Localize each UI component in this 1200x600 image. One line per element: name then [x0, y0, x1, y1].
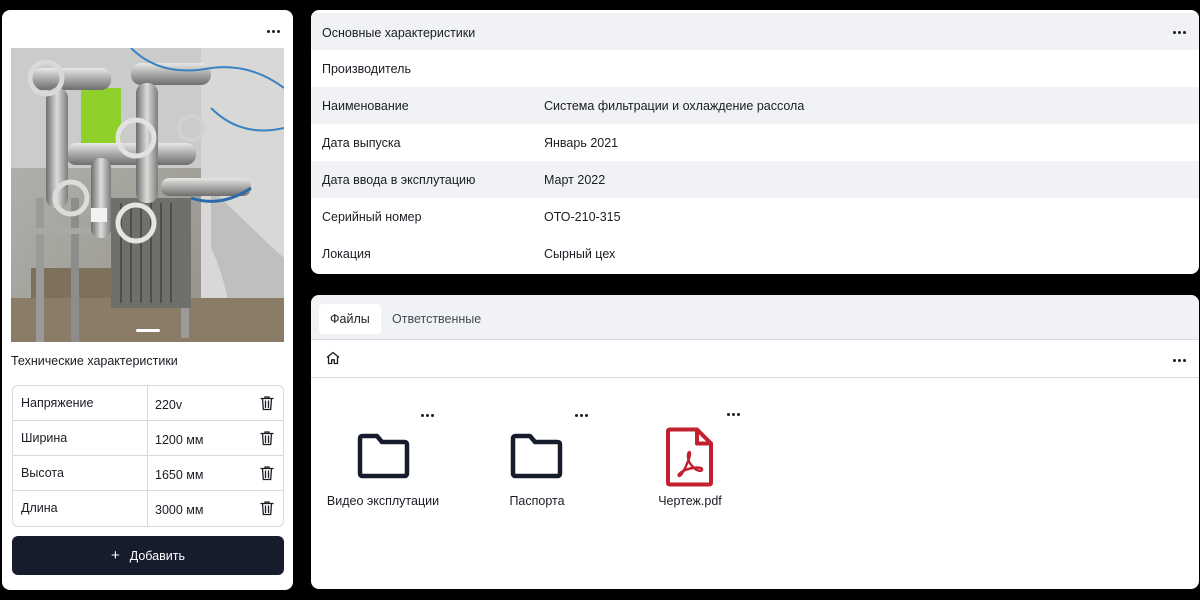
spec-value[interactable]: 1200 мм — [148, 421, 283, 455]
more-options-icon[interactable] — [263, 24, 283, 38]
info-row: Дата ввода в эксплутацию Март 2022 — [311, 161, 1199, 198]
folder-label: Паспорта — [509, 494, 565, 508]
spec-value-text[interactable]: 3000 мм — [155, 503, 203, 517]
info-value: Система фильтрации и охлаждение рассола — [544, 99, 805, 113]
info-key: Серийный номер — [322, 210, 422, 224]
more-options-icon[interactable] — [1169, 25, 1189, 39]
equipment-photo-card: Технические характеристики Напряжение 22… — [2, 10, 293, 590]
folder-label: Видео эксплутации — [326, 494, 440, 508]
card-title: Основные характеристики — [322, 26, 476, 40]
info-row: Локация Сырный цех — [311, 235, 1199, 272]
info-key: Наименование — [322, 99, 409, 113]
pdf-file-icon — [666, 427, 713, 487]
info-row: Производитель — [311, 50, 1199, 87]
files-toolbar — [311, 341, 1199, 378]
add-button[interactable]: + Добавить — [12, 536, 284, 575]
spec-name: Высота — [13, 456, 148, 490]
info-key: Производитель — [322, 62, 411, 76]
pdf-file-item[interactable]: Чертеж.pdf — [632, 408, 748, 508]
more-options-icon[interactable] — [417, 408, 437, 422]
spec-row: Высота 1650 мм — [13, 456, 283, 491]
specs-title: Технические характеристики — [11, 354, 178, 368]
folder-icon — [357, 433, 410, 479]
main-characteristics-card: Основные характеристики Производитель На… — [311, 10, 1199, 274]
spec-value[interactable]: 1650 мм — [148, 456, 283, 490]
info-row: Наименование Система фильтрации и охлажд… — [311, 87, 1199, 124]
spec-value[interactable]: 220v — [148, 386, 283, 420]
info-key: Локация — [322, 247, 371, 261]
folder-icon — [510, 433, 563, 479]
info-row: Дата выпуска Январь 2021 — [311, 124, 1199, 161]
spec-name: Ширина — [13, 421, 148, 455]
specs-table: Напряжение 220v Ширина 1200 мм Высота 16… — [12, 385, 284, 527]
spec-row: Длина 3000 мм — [13, 491, 283, 526]
more-options-icon[interactable] — [723, 407, 743, 421]
files-card: Файлы Ответственные Видео эксплутации Па… — [311, 295, 1199, 589]
spec-name: Напряжение — [13, 386, 148, 420]
spec-name: Длина — [13, 491, 148, 526]
trash-icon[interactable] — [260, 465, 274, 481]
info-key: Дата выпуска — [322, 136, 401, 150]
spec-value-text[interactable]: 1650 мм — [155, 468, 203, 482]
spec-row: Ширина 1200 мм — [13, 421, 283, 456]
equipment-photo[interactable] — [11, 48, 284, 342]
info-row: Серийный номер ОТО-210-315 — [311, 198, 1199, 235]
trash-icon[interactable] — [260, 395, 274, 411]
spec-value-text[interactable]: 220v — [155, 398, 182, 412]
spec-value-text[interactable]: 1200 мм — [155, 433, 203, 447]
spec-row: Напряжение 220v — [13, 386, 283, 421]
plus-icon: + — [110, 547, 120, 564]
spec-value[interactable]: 3000 мм — [148, 491, 283, 526]
more-options-icon[interactable] — [1169, 353, 1189, 367]
trash-icon[interactable] — [260, 430, 274, 446]
folder-item[interactable]: Видео эксплутации — [325, 408, 441, 508]
more-options-icon[interactable] — [571, 408, 591, 422]
info-value: ОТО-210-315 — [544, 210, 621, 224]
card-header: Основные характеристики — [311, 13, 1199, 50]
info-key: Дата ввода в эксплутацию — [322, 173, 476, 187]
info-value: Январь 2021 — [544, 136, 619, 150]
tab-files[interactable]: Файлы — [319, 304, 381, 334]
folder-item[interactable]: Паспорта — [479, 408, 595, 508]
tab-bar: Файлы Ответственные — [311, 295, 1199, 340]
pdf-file-label: Чертеж.pdf — [658, 494, 722, 508]
tab-responsible[interactable]: Ответственные — [381, 304, 492, 334]
carousel-indicator[interactable] — [136, 329, 160, 332]
info-value: Март 2022 — [544, 173, 606, 187]
home-icon[interactable] — [325, 350, 341, 366]
add-button-label: Добавить — [129, 548, 185, 563]
trash-icon[interactable] — [260, 500, 274, 516]
info-value: Сырный цех — [544, 247, 616, 261]
